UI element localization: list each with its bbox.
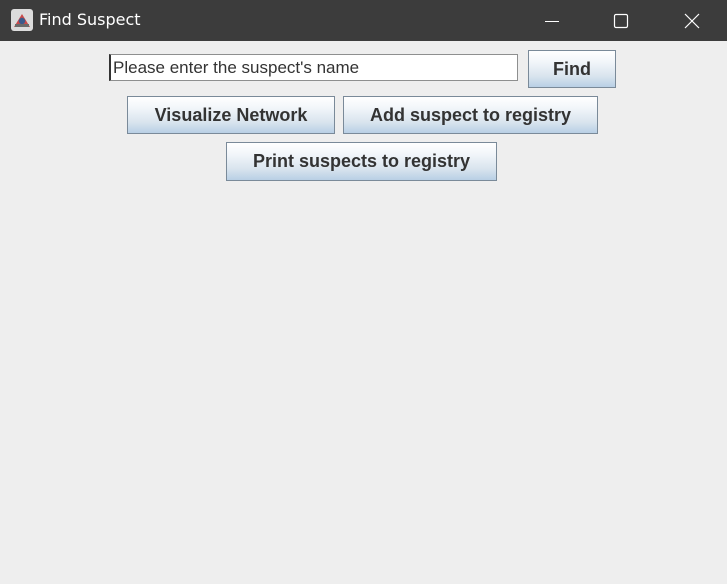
add-suspect-button[interactable]: Add suspect to registry (343, 96, 598, 134)
content-panel: Find Visualize Network Add suspect to re… (0, 41, 727, 584)
minimize-button[interactable] (529, 0, 575, 41)
maximize-icon (613, 13, 629, 28)
visualize-network-button[interactable]: Visualize Network (127, 96, 335, 134)
find-button[interactable]: Find (528, 50, 616, 88)
window-title: Find Suspect (39, 10, 141, 29)
close-button[interactable] (669, 0, 715, 41)
find-suspect-window: Find Suspect Find Visualize Network Add … (0, 0, 727, 584)
java-app-icon (11, 9, 33, 31)
suspect-name-input[interactable] (109, 54, 518, 81)
minimize-icon (545, 20, 559, 22)
title-bar[interactable]: Find Suspect (0, 0, 727, 41)
print-suspects-button[interactable]: Print suspects to registry (226, 142, 497, 181)
maximize-button[interactable] (598, 0, 644, 41)
close-icon (684, 13, 700, 28)
